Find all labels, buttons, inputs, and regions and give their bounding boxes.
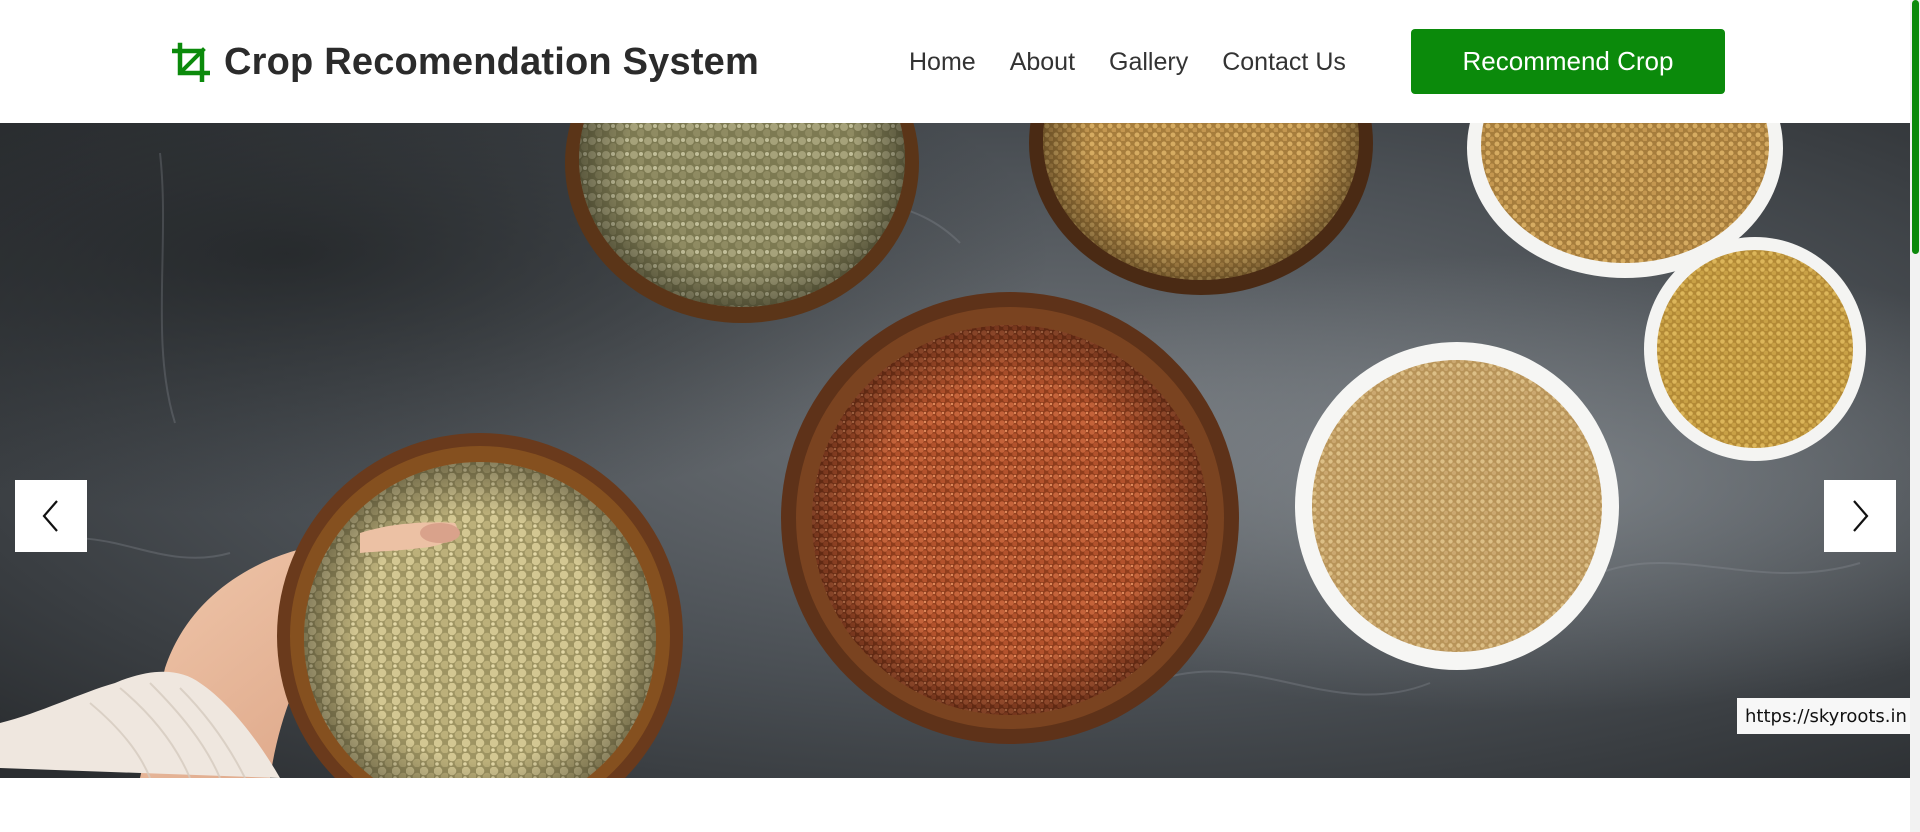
site-header: Crop Recomendation System Home About Gal…	[0, 0, 1910, 123]
nav-home[interactable]: Home	[909, 48, 976, 77]
chevron-right-icon	[1853, 500, 1869, 532]
hero-image-millet-bowls	[0, 123, 1910, 778]
page-scrollbar[interactable]	[1910, 0, 1920, 832]
image-credit: https://skyroots.in	[1737, 698, 1915, 734]
main-nav: Home About Gallery Contact Us	[909, 43, 1346, 81]
scrollbar-thumb[interactable]	[1912, 0, 1919, 254]
crop-icon	[172, 42, 210, 82]
brand-logo-link[interactable]: Crop Recomendation System	[172, 38, 759, 86]
carousel-prev-button[interactable]	[15, 480, 87, 552]
nav-contact-us[interactable]: Contact Us	[1222, 48, 1346, 77]
hero-carousel	[0, 123, 1910, 778]
nav-gallery[interactable]: Gallery	[1109, 48, 1188, 77]
nav-about[interactable]: About	[1010, 48, 1075, 77]
recommend-crop-button[interactable]: Recommend Crop	[1411, 29, 1725, 94]
brand-title: Crop Recomendation System	[224, 40, 759, 83]
carousel-next-button[interactable]	[1824, 480, 1896, 552]
chevron-left-icon	[42, 500, 58, 532]
